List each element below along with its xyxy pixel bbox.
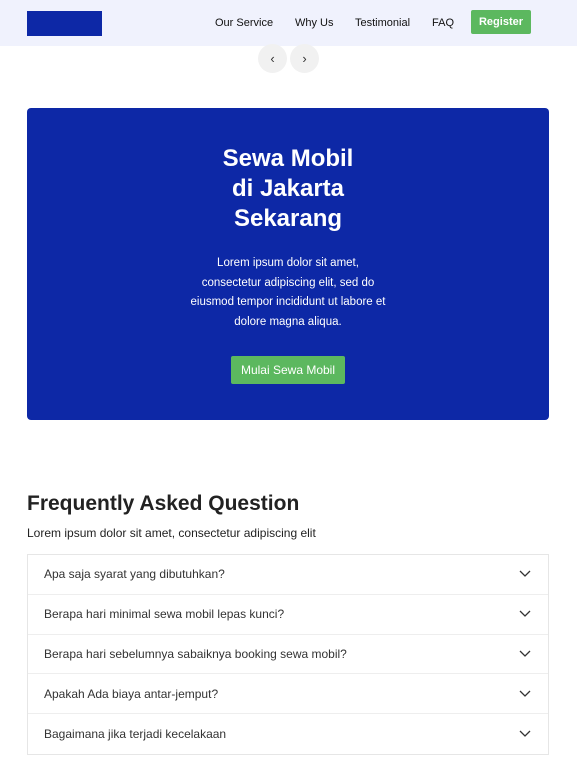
faq-item[interactable]: Berapa hari minimal sewa mobil lepas kun… [28,595,548,635]
faq-item[interactable]: Bagaimana jika terjadi kecelakaan [28,714,548,754]
nav-testimonial[interactable]: Testimonial [355,0,410,46]
chevron-down-icon [518,727,532,741]
faq-question: Apa saja syarat yang dibutuhkan? [44,567,225,582]
chevron-down-icon [518,607,532,621]
nav-why-us[interactable]: Why Us [295,0,334,46]
faq-item[interactable]: Apa saja syarat yang dibutuhkan? [28,555,548,595]
nav-our-service[interactable]: Our Service [215,0,273,46]
faq-question: Bagaimana jika terjadi kecelakaan [44,727,227,742]
faq-item[interactable]: Apakah Ada biaya antar-jemput? [28,674,548,715]
chevron-down-icon [518,567,532,581]
banner-title-line: di Jakarta [231,175,345,202]
faq-question: Berapa hari sebelumnya sabaiknya booking… [44,646,347,661]
brand-logo[interactable] [27,11,102,36]
banner-description: Lorem ipsum dolor sit amet, consectetur … [190,257,386,328]
nav-faq[interactable]: FAQ [432,0,454,46]
faq-accordion: Apa saja syarat yang dibutuhkan? Berapa … [27,554,549,755]
chevron-down-icon [518,647,532,661]
carousel-next-button[interactable]: › [290,44,319,73]
faq-question: Apakah Ada biaya antar-jemput? [44,686,219,701]
chevron-down-icon [518,687,532,701]
cta-banner: Sewa Mobil di Jakarta Sekarang Lorem ips… [27,108,549,420]
top-navbar: Our Service Why Us Testimonial FAQ Regis… [0,0,577,46]
banner-title-line: Sewa Mobil [222,145,354,172]
carousel-prev-button[interactable]: ‹ [258,44,287,73]
faq-item[interactable]: Berapa hari sebelumnya sabaiknya booking… [28,635,548,675]
chevron-left-icon: ‹ [270,51,275,66]
start-rental-button[interactable]: Mulai Sewa Mobil [231,356,345,384]
chevron-right-icon: › [302,51,307,66]
faq-subtitle: Lorem ipsum dolor sit amet, consectetur … [27,526,316,540]
banner-title-line: Sekarang [233,205,343,232]
banner-title: Sewa Mobil di Jakarta Sekarang [27,144,549,234]
faq-question: Berapa hari minimal sewa mobil lepas kun… [44,607,285,622]
register-button[interactable]: Register [471,10,531,34]
faq-title: Frequently Asked Question [27,492,300,515]
